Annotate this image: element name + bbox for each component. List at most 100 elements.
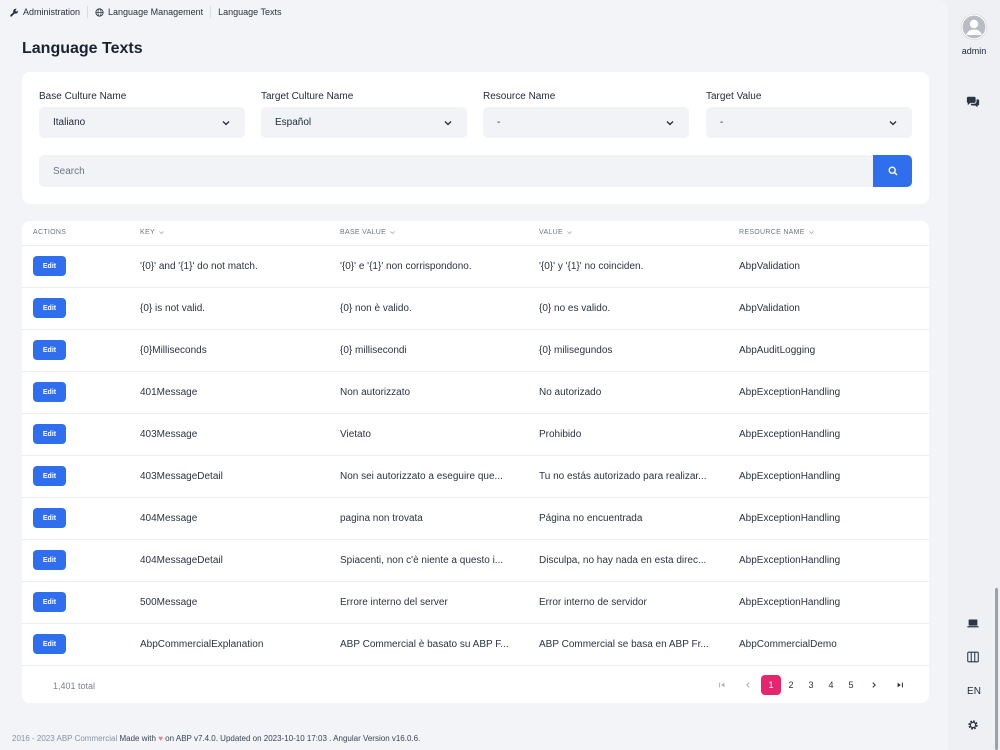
right-toolbar: admin EN — [948, 0, 1000, 750]
edit-button[interactable]: Edit — [33, 382, 66, 402]
target-value-select[interactable]: - — [706, 107, 912, 138]
footer-brand: 2016 - 2023 ABP Commercial — [12, 734, 118, 743]
chevron-down-icon — [666, 120, 674, 125]
column-header-actions: ACTIONS — [33, 229, 67, 236]
edit-button[interactable]: Edit — [33, 298, 66, 318]
prev-page-button[interactable] — [735, 675, 761, 695]
user-icon — [961, 14, 987, 40]
edit-button[interactable]: Edit — [33, 424, 66, 444]
breadcrumb-label: Language Texts — [218, 7, 282, 17]
column-header-resource-name[interactable]: RESOURCE NAME — [739, 229, 815, 236]
page-button-3[interactable]: 3 — [801, 675, 821, 695]
search-input[interactable] — [39, 155, 873, 187]
gear-icon — [968, 720, 978, 730]
edit-button[interactable]: Edit — [33, 550, 66, 570]
edit-button[interactable]: Edit — [33, 508, 66, 528]
cell-key: {0} is not valid. — [140, 303, 206, 314]
chevron-left-icon — [746, 682, 750, 688]
layout-columns-button[interactable] — [964, 648, 982, 666]
laptop-button[interactable] — [964, 614, 982, 632]
first-page-icon — [719, 682, 725, 688]
target-culture-select[interactable]: Español — [261, 107, 467, 138]
table-row: Edit 403MessageDetail Non sei autorizzat… — [22, 456, 929, 498]
cell-base-value: Vietato — [340, 429, 371, 440]
breadcrumb-label: Language Management — [108, 7, 204, 17]
sort-icon — [390, 231, 395, 235]
cell-value: '{0}' y '{1}' no coinciden. — [539, 261, 644, 272]
cell-base-value: {0} millisecondi — [340, 345, 407, 356]
cell-key: {0}Milliseconds — [140, 345, 207, 356]
table-row: Edit 404MessageDetail Spiacenti, non c'è… — [22, 540, 929, 582]
chat-button[interactable] — [964, 93, 982, 111]
username[interactable]: admin — [948, 46, 1000, 56]
edit-button[interactable]: Edit — [33, 634, 66, 654]
cell-resource-name: AbpExceptionHandling — [739, 387, 841, 398]
edit-button[interactable]: Edit — [33, 256, 66, 276]
cell-base-value: ABP Commercial è basato su ABP F... — [340, 639, 509, 650]
footer: 2016 - 2023 ABP Commercial Made with ♥ o… — [12, 734, 420, 743]
globe-icon — [95, 7, 104, 17]
breadcrumb-item-language-texts: Language Texts — [218, 7, 281, 17]
cell-key: 404MessageDetail — [140, 555, 223, 566]
cell-resource-name: AbpExceptionHandling — [739, 555, 841, 566]
chevron-down-icon — [222, 120, 230, 125]
resource-name-value: - — [497, 117, 501, 128]
breadcrumb-item-administration[interactable]: Administration — [10, 7, 80, 17]
breadcrumb-label: Administration — [23, 7, 81, 17]
cell-resource-name: AbpExceptionHandling — [739, 513, 841, 524]
target-value-label: Target Value — [706, 91, 762, 102]
table-row: Edit AbpCommercialExplanation ABP Commer… — [22, 624, 929, 666]
chevron-down-icon — [444, 120, 452, 125]
sort-icon — [567, 231, 572, 235]
page-scrollbar[interactable] — [995, 588, 998, 750]
page-button-4[interactable]: 4 — [821, 675, 841, 695]
table-header: ACTIONS KEY BASE VALUE VALUE RESOURCE NA… — [22, 221, 929, 246]
page-button-5[interactable]: 5 — [841, 675, 861, 695]
table-row: Edit {0} is not valid. {0} non è valido.… — [22, 288, 929, 330]
language-texts-table: ACTIONS KEY BASE VALUE VALUE RESOURCE NA… — [22, 221, 929, 703]
cell-resource-name: AbpValidation — [739, 303, 800, 314]
cell-base-value: Spiacenti, non c'è niente a questo i... — [340, 555, 504, 566]
settings-button[interactable] — [964, 716, 982, 734]
table-row: Edit {0}Milliseconds {0} millisecondi {0… — [22, 330, 929, 372]
base-culture-select[interactable]: Italiano — [39, 107, 245, 138]
cell-key: 404Message — [140, 513, 198, 524]
cell-base-value: {0} non è valido. — [340, 303, 412, 314]
avatar[interactable] — [961, 14, 987, 40]
next-page-button[interactable] — [861, 675, 887, 695]
cell-value: Tu no estás autorizado para realizar... — [539, 471, 707, 482]
table-row: Edit 403Message Vietato Prohibido AbpExc… — [22, 414, 929, 456]
column-header-key[interactable]: KEY — [140, 229, 165, 236]
search-button[interactable] — [873, 155, 912, 187]
breadcrumb-item-language-management[interactable]: Language Management — [95, 7, 203, 17]
target-culture-value: Español — [275, 117, 312, 128]
edit-button[interactable]: Edit — [33, 592, 66, 612]
column-header-base-value[interactable]: BASE VALUE — [340, 229, 396, 236]
chevron-down-icon — [889, 120, 897, 125]
last-page-button[interactable] — [887, 675, 913, 695]
laptop-icon — [967, 619, 979, 628]
cell-key: 401Message — [140, 387, 198, 398]
base-culture-filter: Base Culture Name Italiano — [39, 91, 245, 138]
first-page-button[interactable] — [709, 675, 735, 695]
edit-button[interactable]: Edit — [33, 466, 66, 486]
last-page-icon — [897, 682, 903, 688]
breadcrumb-separator — [87, 6, 89, 18]
pagination: 1 2 3 4 5 — [709, 675, 913, 695]
language-switcher[interactable]: EN — [948, 686, 1000, 697]
columns-icon — [967, 651, 979, 663]
cell-key: '{0}' and '{1}' do not match. — [140, 261, 258, 272]
cell-resource-name: AbpExceptionHandling — [739, 429, 841, 440]
cell-resource-name: AbpExceptionHandling — [739, 471, 841, 482]
page-button-1[interactable]: 1 — [761, 675, 781, 695]
column-header-value[interactable]: VALUE — [539, 229, 573, 236]
edit-button[interactable]: Edit — [33, 340, 66, 360]
table-row: Edit 401Message Non autorizzato No autor… — [22, 372, 929, 414]
cell-value: Página no encuentrada — [539, 513, 643, 524]
resource-name-select[interactable]: - — [483, 107, 689, 138]
table-row: Edit 404Message pagina non trovata Págin… — [22, 498, 929, 540]
page-button-2[interactable]: 2 — [781, 675, 801, 695]
main-content: Administration Language Management Langu… — [0, 0, 948, 750]
target-value-value: - — [720, 117, 724, 128]
search-bar — [39, 155, 912, 187]
